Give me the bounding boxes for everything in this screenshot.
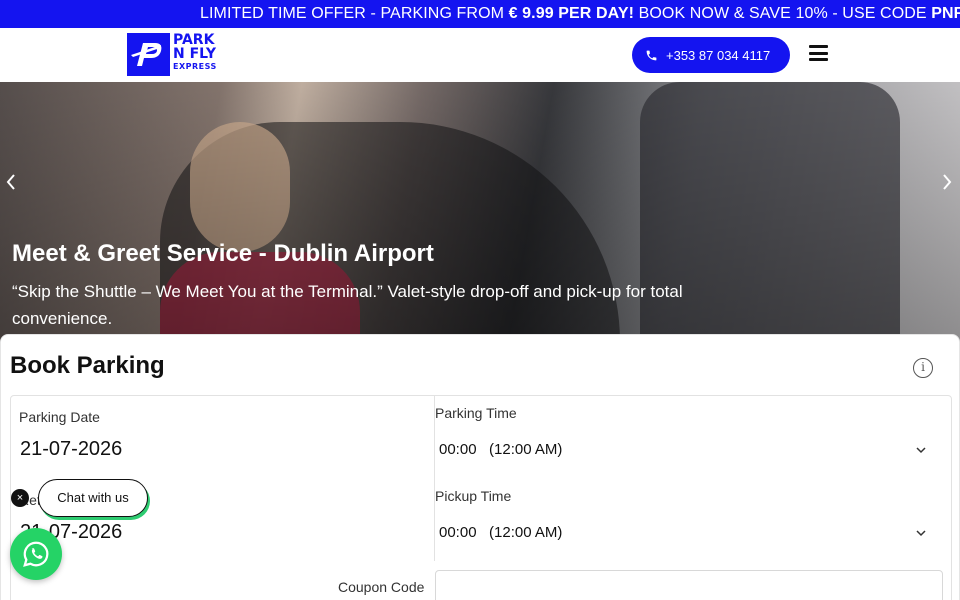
info-icon[interactable]: i: [913, 358, 933, 378]
promo-part1: LIMITED TIME OFFER - PARKING FROM: [200, 5, 509, 22]
pickup-time-label: Pickup Time: [435, 488, 512, 504]
chevron-down-icon[interactable]: [916, 445, 926, 455]
hamburger-icon[interactable]: [809, 45, 828, 61]
logo-line-2: N FLY: [173, 46, 217, 62]
site-header: PARK N FLY EXPRESS +353 87 034 4117: [0, 28, 960, 82]
chat-close-icon[interactable]: ×: [11, 489, 29, 507]
pickup-time-select[interactable]: 00:00 (12:00 AM): [439, 524, 562, 541]
logo-line-3: EXPRESS: [173, 62, 217, 71]
site-logo[interactable]: PARK N FLY EXPRESS: [127, 33, 233, 77]
promo-text: LIMITED TIME OFFER - PARKING FROM € 9.99…: [200, 5, 960, 23]
promo-part2: BOOK NOW & SAVE 10% - USE CODE: [634, 5, 932, 22]
chevron-down-icon[interactable]: [916, 528, 926, 538]
parking-time-select[interactable]: 00:00 (12:00 AM): [439, 441, 562, 458]
hero-subtitle: “Skip the Shuttle – We Meet You at the T…: [12, 282, 683, 328]
coupon-input[interactable]: [435, 570, 943, 600]
coupon-label: Coupon Code: [338, 579, 425, 595]
hero-banner: Meet & Greet Service - Dublin Airport “S…: [0, 82, 960, 352]
booking-title: Book Parking: [10, 352, 165, 379]
chat-bubble[interactable]: Chat with us: [38, 479, 148, 517]
promo-code: PNFMAX: [931, 5, 960, 22]
phone-icon: [646, 50, 657, 60]
promo-bar: LIMITED TIME OFFER - PARKING FROM € 9.99…: [0, 0, 960, 28]
carousel-prev-icon[interactable]: [4, 172, 24, 192]
parking-time-label: Parking Time: [435, 405, 517, 421]
logo-mark-icon: [127, 33, 170, 76]
hero-title: Meet & Greet Service - Dublin Airport: [12, 240, 434, 267]
whatsapp-icon: [23, 541, 49, 567]
promo-price: € 9.99 PER DAY!: [508, 5, 635, 22]
parking-date-field[interactable]: 21-07-2026: [20, 438, 122, 461]
parking-date-label: Parking Date: [19, 409, 100, 425]
booking-card: Book Parking i Parking Date 21-07-2026 P…: [0, 334, 960, 600]
phone-call-button[interactable]: +353 87 034 4117: [632, 37, 790, 73]
carousel-next-icon[interactable]: [940, 172, 960, 192]
logo-text: PARK N FLY EXPRESS: [173, 33, 217, 73]
logo-line-1: PARK: [173, 32, 215, 48]
phone-number: +353 87 034 4117: [666, 47, 771, 63]
whatsapp-button[interactable]: [10, 528, 62, 580]
